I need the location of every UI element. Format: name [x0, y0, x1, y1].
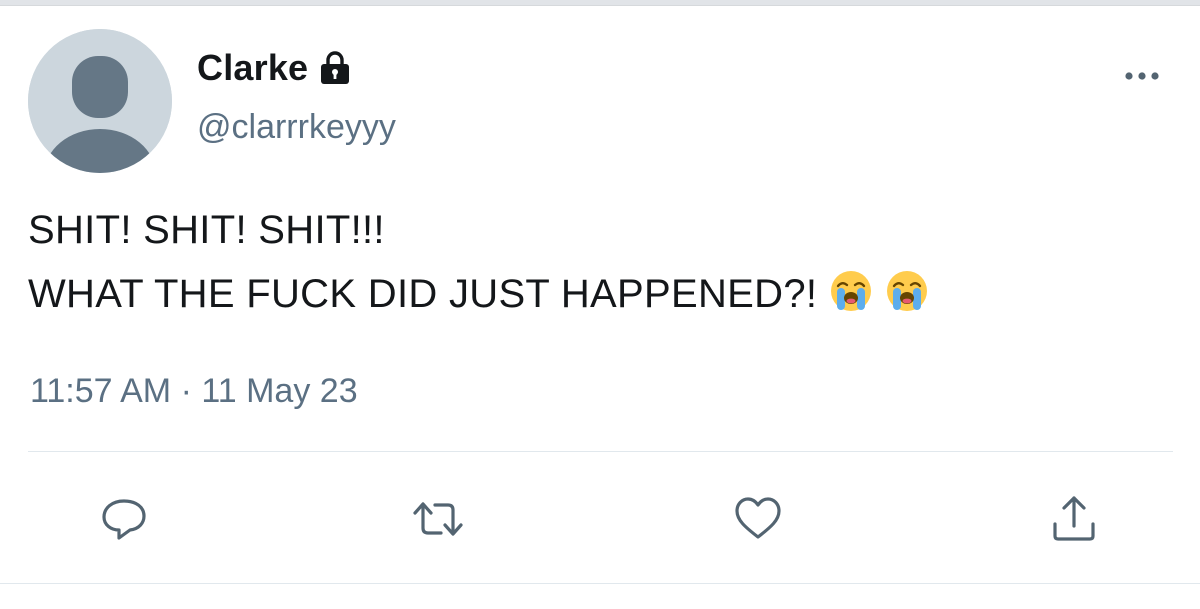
tweet-text-line-2-wrapper: WHAT THE FUCK DID JUST HAPPENED?!: [28, 262, 1168, 326]
lock-icon: [321, 51, 350, 84]
tweet-date[interactable]: 11 May 23: [201, 372, 357, 410]
more-options-icon[interactable]: [1122, 66, 1162, 86]
reply-icon: [102, 499, 146, 540]
timestamp-separator: ·: [171, 372, 202, 410]
retweet-button[interactable]: [411, 492, 465, 546]
heart-icon: [735, 497, 781, 539]
reply-button[interactable]: [97, 492, 151, 546]
like-button[interactable]: [731, 492, 785, 546]
share-icon: [1053, 496, 1095, 541]
tweet-text-line-1: SHIT! SHIT! SHIT!!!: [28, 208, 385, 252]
action-bar-divider: [28, 451, 1173, 452]
tweet-text-line-2: WHAT THE FUCK DID JUST HAPPENED?!: [28, 272, 818, 316]
loudly-crying-face-icon: [887, 271, 928, 311]
top-divider: [0, 0, 1200, 6]
tweet-card: Clarke @clarrrkeyyy SHIT! SHIT! SHIT!!! …: [0, 0, 1200, 609]
display-name-row: Clarke: [197, 44, 352, 92]
default-avatar-icon: [28, 29, 172, 173]
display-name[interactable]: Clarke: [197, 47, 308, 89]
tweet-time[interactable]: 11:57 AM: [30, 372, 171, 410]
loudly-crying-face-icon: [831, 271, 872, 311]
retweet-icon: [413, 502, 463, 536]
share-button[interactable]: [1047, 492, 1101, 546]
bottom-divider: [0, 583, 1200, 609]
user-handle[interactable]: @clarrrkeyyy: [197, 108, 396, 147]
avatar[interactable]: [28, 29, 172, 173]
timestamp-row: 11:57 AM · 11 May 23: [30, 372, 358, 411]
tweet-text: SHIT! SHIT! SHIT!!! WHAT THE FUCK DID JU…: [28, 198, 1168, 326]
